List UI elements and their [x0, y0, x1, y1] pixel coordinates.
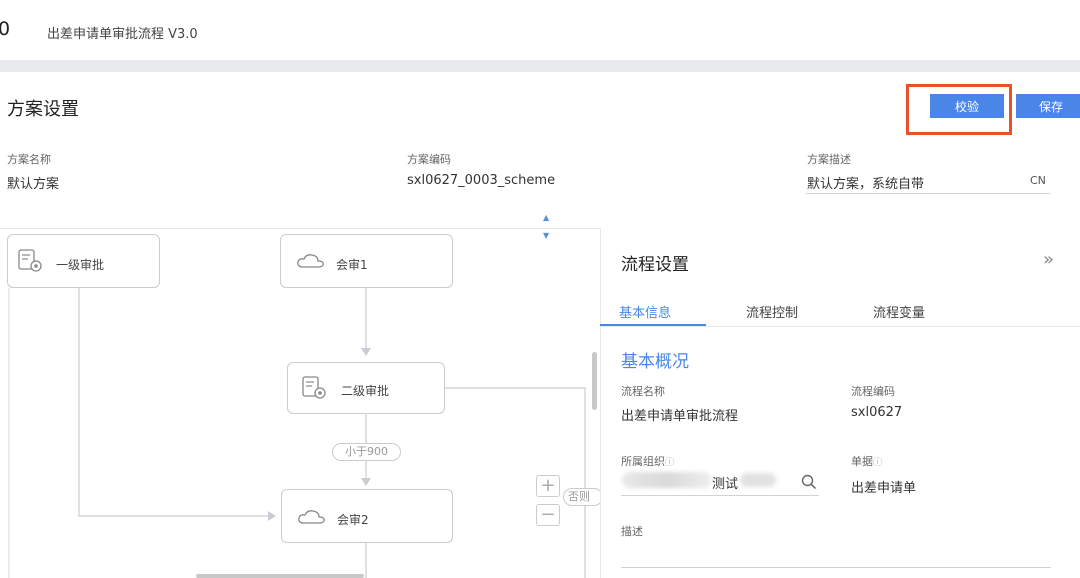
remark-label: 描述: [621, 525, 643, 538]
canvas-vertical-scrollbar[interactable]: [592, 352, 597, 410]
scheme-code-label: 方案编码: [407, 153, 451, 166]
canvas-horizontal-scrollbar[interactable]: [196, 574, 364, 578]
scheme-desc-label: 方案描述: [807, 153, 851, 166]
scheme-name-value: 默认方案: [7, 177, 60, 192]
cloud-icon: [298, 510, 325, 524]
doc-value: 出差申请单: [851, 481, 917, 496]
version-fragment: 0: [0, 18, 11, 40]
header-divider: [0, 60, 1080, 72]
collapse-up-icon[interactable]: ▲: [543, 213, 549, 222]
org-value: 测试: [712, 477, 739, 492]
process-title: 出差申请单审批流程 V3.0: [47, 27, 198, 42]
language-code[interactable]: CN: [1030, 174, 1046, 187]
panel-title: 流程设置: [621, 255, 689, 275]
scheme-code-value: sxl0627_0003_scheme: [407, 173, 556, 188]
collapse-panel-icon[interactable]: »: [1043, 249, 1054, 270]
save-button[interactable]: 保存: [1016, 94, 1080, 118]
condition-label[interactable]: 小于900: [332, 443, 401, 461]
node-second-approval-label: 二级审批: [341, 384, 390, 398]
scheme-name-label: 方案名称: [7, 153, 51, 166]
node-first-approval-label: 一级审批: [56, 258, 105, 272]
desc-underline: [806, 193, 1050, 194]
tab-basic-info[interactable]: 基本信息: [619, 302, 671, 321]
doc-label: 单据: [851, 455, 873, 468]
doc-label-row: 单据ⓘ: [851, 453, 882, 469]
zoom-in-button[interactable]: +: [536, 475, 560, 497]
approval-form-icon: [302, 376, 326, 399]
else-condition-label[interactable]: 否则: [563, 488, 603, 506]
search-icon[interactable]: [801, 474, 817, 490]
process-name-value: 出差申请单审批流程: [621, 409, 739, 424]
node-countersign-1-label: 会审1: [336, 258, 368, 272]
scheme-settings-title: 方案设置: [7, 99, 79, 120]
tab-process-variables[interactable]: 流程变量: [873, 302, 925, 321]
scheme-desc-input[interactable]: 默认方案，系统自带: [807, 173, 924, 192]
org-input-underline[interactable]: [621, 495, 819, 496]
process-code-label: 流程编码: [851, 385, 895, 398]
zoom-out-button[interactable]: −: [536, 504, 560, 526]
org-label: 所属组织: [621, 455, 665, 468]
process-settings-panel: [600, 228, 1080, 578]
help-icon[interactable]: ⓘ: [873, 458, 882, 468]
section-title: 基本概况: [621, 352, 689, 372]
cloud-icon: [297, 254, 324, 268]
remark-input-underline[interactable]: [621, 567, 1051, 568]
tab-process-control[interactable]: 流程控制: [746, 302, 798, 321]
verify-highlight-box: [906, 84, 1012, 135]
org-label-row: 所属组织ⓘ: [621, 453, 674, 469]
redacted-org-text: [622, 472, 712, 488]
redacted-org-text-tail: [740, 473, 776, 487]
process-name-label: 流程名称: [621, 385, 665, 398]
approval-form-icon: [18, 249, 42, 272]
node-countersign-2-label: 会审2: [337, 513, 369, 527]
tabs-divider: [600, 326, 1080, 327]
process-code-value: sxl0627: [851, 405, 903, 420]
help-icon[interactable]: ⓘ: [665, 458, 674, 468]
